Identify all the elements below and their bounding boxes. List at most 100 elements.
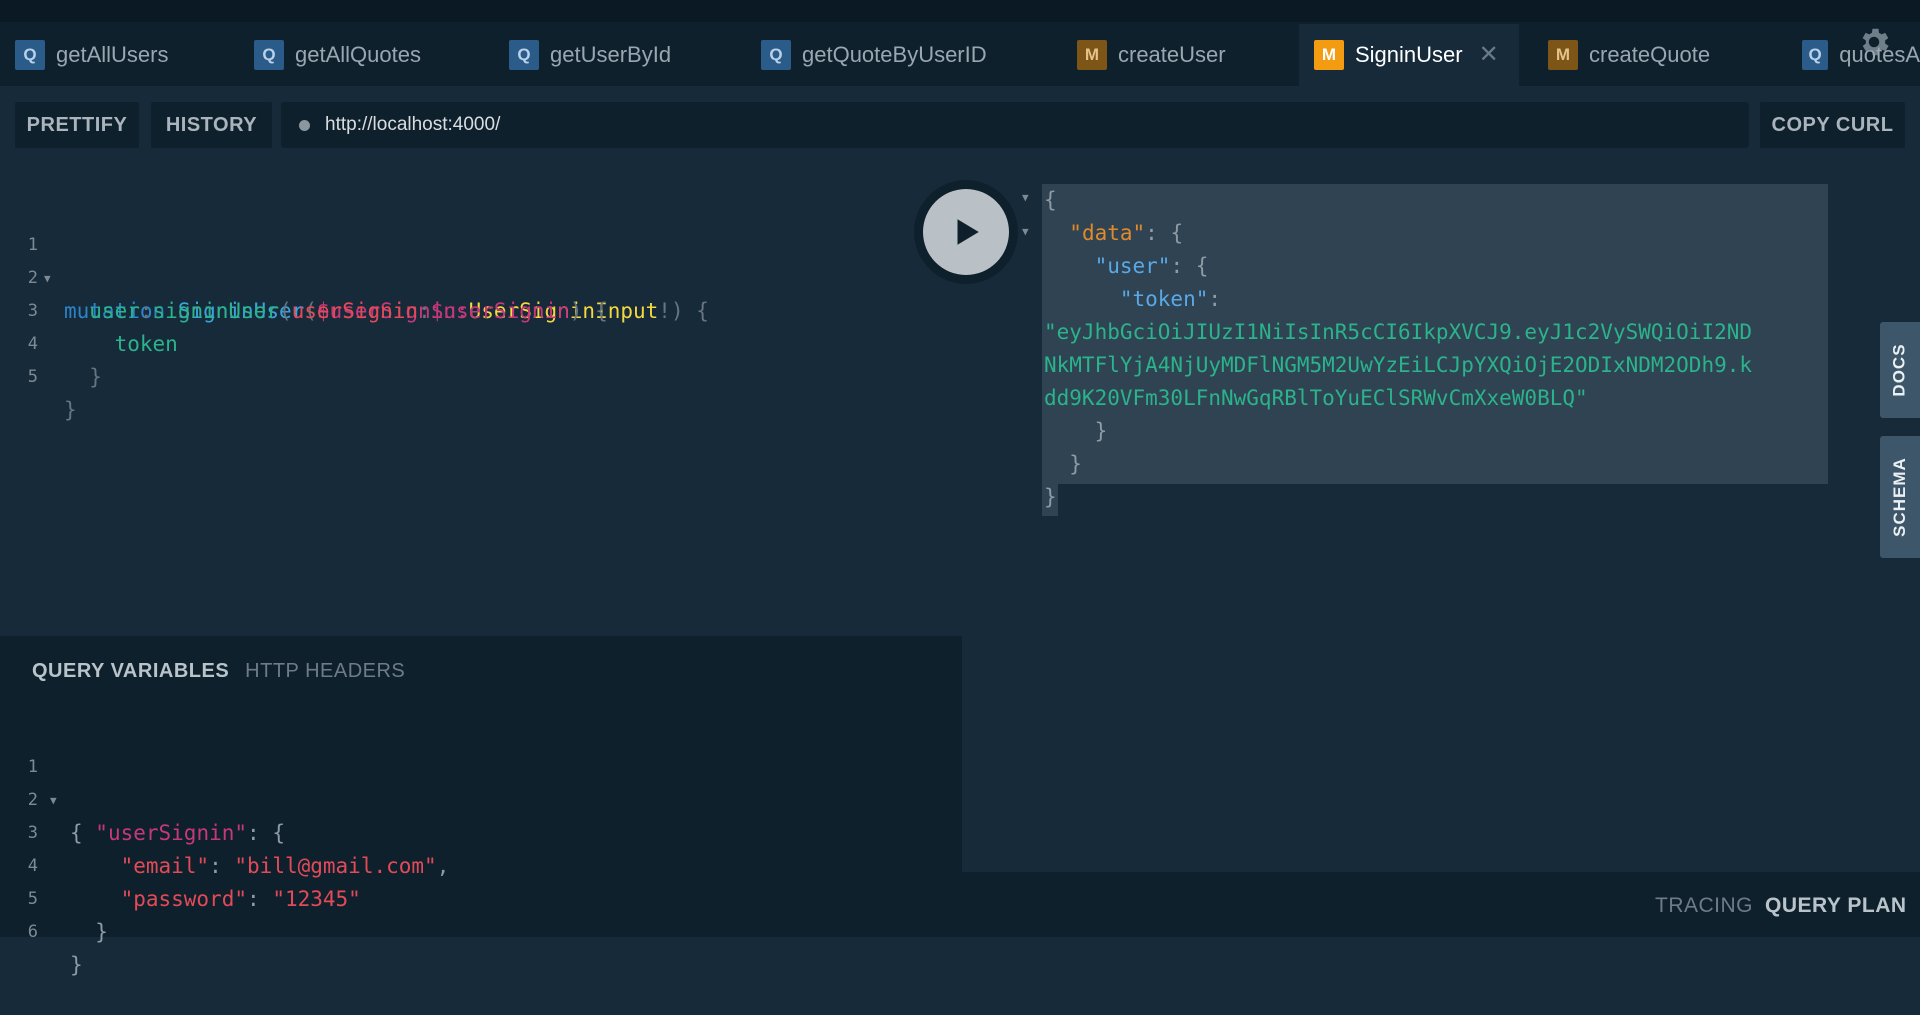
editor-line: 5 }	[0, 328, 77, 422]
punctuation: }	[89, 365, 102, 389]
field-name: signinUser	[152, 299, 279, 323]
tab-createquote[interactable]: M createQuote	[1533, 24, 1771, 86]
result-line: "data": {	[1044, 217, 1183, 250]
json-string: "12345"	[272, 887, 361, 911]
editor-line: 2 "userSignin": {	[0, 751, 285, 845]
tab-getallquotes[interactable]: Q getAllQuotes	[239, 24, 477, 86]
json-key: "user"	[1094, 254, 1171, 278]
json-string: "bill@gmail.com"	[234, 854, 437, 878]
punctuation: ,	[436, 854, 450, 878]
token-value: dd9K20VFm30LFnNwGqRBlToYuEClSRWvCmXxeW0B…	[1044, 386, 1588, 410]
mutation-badge: M	[1548, 40, 1578, 70]
result-line: }	[1044, 415, 1108, 448]
punctuation: :	[1170, 254, 1196, 278]
result-footer: TRACING QUERY PLAN	[962, 872, 1920, 937]
query-badge: Q	[509, 40, 539, 70]
token-value: "eyJhbGciOiJIUzI1NiIsInR5cCI6IkpXVCJ9.ey…	[1044, 320, 1753, 344]
result-line: }	[1044, 481, 1057, 514]
fold-arrow-icon[interactable]: ▼	[1022, 191, 1029, 204]
tab-bar: Q getAllUsers Q getAllQuotes Q getUserBy…	[0, 0, 1920, 86]
field-name: token	[114, 332, 178, 356]
punctuation: :	[1145, 221, 1171, 245]
docs-side-tab[interactable]: DOCS	[1880, 322, 1920, 418]
schema-label: SCHEMA	[1890, 457, 1910, 537]
punctuation: {	[272, 821, 285, 845]
punctuation: )	[569, 299, 583, 323]
punctuation: :	[1208, 287, 1222, 311]
query-badge: Q	[254, 40, 284, 70]
connection-status-dot	[299, 119, 310, 131]
tracing-button[interactable]: TRACING	[1655, 894, 1753, 918]
variables-editor[interactable]: 1 ▼ { 2 "userSignin": { 3 "email": "bill…	[0, 718, 962, 977]
endpoint-url-input[interactable]: http://localhost:4000/	[281, 102, 1749, 148]
result-line: }	[1044, 448, 1082, 481]
tab-getuserbyid[interactable]: Q getUserById	[494, 24, 730, 86]
punctuation: :	[139, 299, 153, 323]
toolbar: PRETTIFY HISTORY http://localhost:4000/ …	[0, 86, 1920, 166]
result-line: {	[1044, 184, 1057, 217]
punctuation: )	[670, 299, 684, 323]
tab-query-variables[interactable]: QUERY VARIABLES	[32, 660, 229, 683]
tab-getallusers[interactable]: Q getAllUsers	[0, 24, 223, 86]
query-editor[interactable]: 1 ▼ mutation SigninUser($userSignin:User…	[0, 166, 962, 636]
mutation-badge: M	[1077, 40, 1107, 70]
mutation-badge: M	[1314, 40, 1344, 70]
json-key: "data"	[1069, 221, 1146, 245]
editor-line: 4 "password": "12345"	[0, 817, 361, 911]
punctuation: :	[418, 299, 431, 323]
punctuation: }	[1094, 419, 1108, 443]
query-badge: Q	[15, 40, 45, 70]
json-key: "userSignin"	[95, 821, 248, 845]
result-line: "user": {	[1044, 250, 1209, 283]
field-alias: user	[89, 299, 140, 323]
tab-list: Q getAllUsers Q getAllQuotes Q getUserBy…	[0, 24, 1920, 86]
execute-query-button[interactable]	[914, 180, 1018, 284]
tab-getquotebyuserid[interactable]: Q getQuoteByUserID	[746, 24, 1046, 86]
json-key: "token"	[1119, 287, 1209, 311]
tab-label: getAllUsers	[56, 42, 169, 67]
tab-quotes[interactable]: Q quotesA	[1787, 24, 1920, 86]
query-badge: Q	[1802, 40, 1829, 70]
token-value: NkMTFlYjA4NjUyMDFlNGM5M2UwYzEiLCJpYXQiOj…	[1044, 353, 1753, 377]
tab-label: SigninUser	[1355, 42, 1463, 67]
fold-arrow-icon[interactable]: ▼	[1022, 225, 1029, 238]
tab-createuser[interactable]: M createUser	[1062, 24, 1298, 86]
editor-line: 4 }	[0, 295, 102, 389]
punctuation: {	[696, 299, 709, 323]
editor-line: 2 user:signinUser(userSignin:$userSignin…	[0, 229, 608, 323]
tab-label: getQuoteByUserID	[802, 42, 987, 67]
tab-label: createQuote	[1589, 42, 1711, 67]
schema-side-tab[interactable]: SCHEMA	[1880, 436, 1920, 558]
line-number: 5	[27, 367, 38, 387]
tab-label: createUser	[1118, 42, 1226, 67]
tab-signinuser[interactable]: M SigninUser ✕	[1299, 24, 1519, 86]
endpoint-url: http://localhost:4000/	[325, 114, 501, 135]
editor-line: 5 }	[0, 850, 108, 944]
punctuation: {	[1170, 221, 1184, 245]
history-button[interactable]: HISTORY	[151, 102, 272, 148]
gear-icon[interactable]	[1856, 24, 1892, 60]
punctuation: }	[1069, 452, 1082, 476]
result-pane[interactable]: ▼ ▼ { "data": { "user": { "token": "eyJh…	[962, 166, 1920, 872]
tab-label: getUserById	[550, 42, 672, 67]
query-variables-pane: QUERY VARIABLES HTTP HEADERS 1 ▼ { 2 "us…	[0, 636, 962, 977]
punctuation: {	[1044, 188, 1057, 212]
query-badge: Q	[761, 40, 791, 70]
copy-curl-button[interactable]: COPY CURL	[1760, 102, 1905, 148]
tab-http-headers[interactable]: HTTP HEADERS	[245, 660, 405, 683]
prettify-button[interactable]: PRETTIFY	[15, 102, 139, 148]
json-key: "password"	[120, 887, 248, 911]
punctuation: :	[247, 887, 273, 911]
close-icon[interactable]: ✕	[1479, 43, 1499, 67]
editor-line: 6 }	[0, 883, 83, 977]
query-plan-button[interactable]: QUERY PLAN	[1765, 894, 1907, 918]
play-icon	[957, 219, 979, 245]
editor-line: 3 "email": "bill@gmail.com",	[0, 784, 450, 878]
punctuation: :	[209, 854, 235, 878]
punctuation: {	[595, 299, 608, 323]
punctuation: }	[1044, 485, 1057, 509]
variable: $userSignin	[430, 299, 570, 323]
punctuation: }	[70, 953, 83, 977]
result-line: "token":	[1044, 283, 1221, 316]
punctuation: }	[64, 398, 77, 422]
